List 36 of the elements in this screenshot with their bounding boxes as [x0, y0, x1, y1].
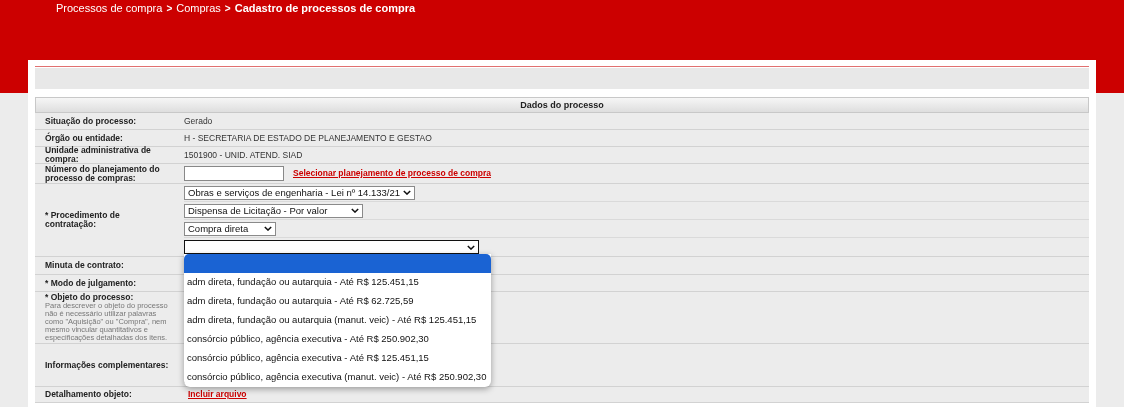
dropdown-option[interactable]: adm direta, fundação ou autarquia (manut. veic) - Até R$ 125.451,15 — [184, 311, 492, 330]
field-label: Detalhamento objeto: — [45, 390, 133, 399]
field-label: Situação do processo: — [45, 116, 138, 126]
dropdown-option[interactable]: consórcio público, agência executiva - Até R$ 125.451,15 — [184, 349, 492, 368]
field-value: Gerado — [184, 114, 213, 128]
field-label: Informações complementares: — [45, 360, 170, 370]
field-value: 1501900 - UNID. ATEND. SIAD — [184, 148, 303, 162]
breadcrumb-separator: > — [224, 1, 231, 16]
caret-icon — [467, 244, 475, 250]
caret-icon — [403, 190, 412, 195]
breadcrumb-current: Cadastro de processos de compra — [234, 1, 416, 16]
dropdown-option[interactable]: consórcio público, agência executiva - Até R$ 250.902,30 — [184, 330, 492, 349]
dropdown-option[interactable]: adm direta, fundação ou autarquia - Até R$ 125.451,15 — [184, 273, 492, 292]
breadcrumb-link[interactable]: Compras — [176, 0, 221, 17]
dropdown-option[interactable]: consórcio público, agência executiva (manut. veic) - Até R$ 250.902,30 — [184, 368, 492, 387]
link[interactable]: Selecionar planejamento de processo de compra — [293, 167, 491, 180]
field-label: * Objeto do processo: — [45, 293, 135, 302]
select-field[interactable]: Compra direta — [184, 221, 276, 236]
field-label: * Modo de julgamento: — [45, 278, 138, 288]
field-label: * Procedimento de contratação: — [45, 211, 121, 229]
dropdown-option[interactable]: adm direta, fundação ou autarquia - Até R$ 62.725,59 — [184, 292, 492, 311]
breadcrumb-separator: > — [166, 1, 173, 16]
select-field[interactable]: Obras e serviços de engenharia - Lei nº 14.133/21 — [184, 185, 416, 200]
breadcrumb-link[interactable]: Processos de compra — [56, 0, 163, 17]
input-field[interactable] — [184, 166, 284, 181]
field-label: Minuta de contrato: — [45, 261, 125, 270]
caret-icon — [264, 226, 272, 231]
select-field[interactable] — [184, 240, 479, 254]
field-value: H - SECRETARIA DE ESTADO DE PLANEJAMENTO E GESTAO — [184, 131, 432, 145]
field-label: Número do planejamento do processo de compras: — [45, 164, 161, 183]
section-header: Dados do processo — [35, 97, 1089, 113]
link[interactable]: Incluir arquivo — [188, 388, 247, 401]
select-field[interactable]: Dispensa de Licitação - Por valor — [184, 203, 363, 218]
field-label: Unidade administrativa de compra: — [45, 146, 152, 164]
caret-icon — [351, 208, 359, 213]
field-label: Órgão ou entidade: — [45, 133, 124, 143]
